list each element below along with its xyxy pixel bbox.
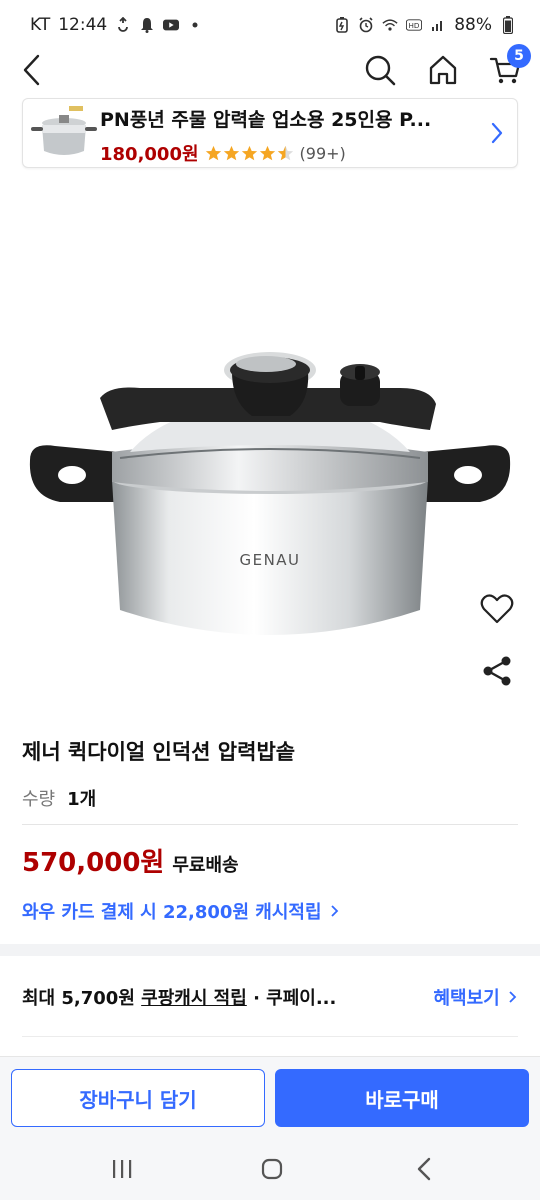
home-button[interactable] xyxy=(425,52,461,88)
quantity-row: 수량 1개 xyxy=(22,785,96,811)
hd-icon: HD xyxy=(406,17,423,33)
wow-card-text: 와우 카드 결제 시 22,800원 캐시적립 xyxy=(22,902,322,923)
section-divider xyxy=(0,944,540,956)
back-button[interactable] xyxy=(14,52,50,88)
battery-saver-icon xyxy=(334,17,350,33)
carrier-label: KT xyxy=(30,15,51,35)
rating-stars xyxy=(205,145,294,162)
back-icon xyxy=(23,54,40,86)
recommended-product-thumbnail xyxy=(29,103,99,165)
benefit-prefix: 최대 5,700원 xyxy=(22,988,142,1009)
action-bar: 장바구니 담기 바로구매 xyxy=(0,1056,540,1138)
cart-button[interactable]: 5 xyxy=(487,44,531,88)
youtube-icon xyxy=(163,17,180,33)
system-back-icon xyxy=(417,1157,431,1181)
chevron-right-icon xyxy=(491,122,503,144)
review-count: (99+) xyxy=(299,143,346,163)
recommended-price-row: 180,000원 (99+) xyxy=(100,140,346,166)
view-benefits-link[interactable]: 혜택보기 xyxy=(433,984,518,1010)
status-left: KT 12:44 xyxy=(30,15,203,35)
quantity-label: 수량 xyxy=(22,789,56,810)
coupang-cash-link[interactable]: 쿠팡캐시 적립 xyxy=(141,988,247,1009)
home-icon xyxy=(429,55,457,85)
wow-card-cashback-link[interactable]: 와우 카드 결제 시 22,800원 캐시적립 xyxy=(22,898,340,924)
wishlist-button[interactable] xyxy=(478,590,516,628)
recommended-product-title: PN풍년 주물 압력솥 업소용 25인용 P... xyxy=(100,109,432,131)
chevron-right-icon xyxy=(509,991,517,1003)
clock: 12:44 xyxy=(58,15,108,35)
price-row: 570,000원 무료배송 xyxy=(22,842,239,879)
add-to-cart-button[interactable]: 장바구니 담기 xyxy=(11,1069,265,1127)
benefit-row[interactable]: 최대 5,700원 쿠팡캐시 적립 · 쿠페이... 혜택보기 xyxy=(22,984,518,1010)
status-right: HD 88% xyxy=(334,15,516,35)
benefit-text: 최대 5,700원 쿠팡캐시 적립 · 쿠페이... xyxy=(22,984,336,1010)
system-home-icon xyxy=(261,1158,283,1180)
star-icon xyxy=(259,145,275,160)
buy-now-button[interactable]: 바로구매 xyxy=(275,1069,529,1127)
recent-apps-button[interactable] xyxy=(109,1156,135,1182)
star-half-icon xyxy=(277,145,293,160)
system-home-button[interactable] xyxy=(259,1156,285,1182)
search-icon xyxy=(365,55,396,86)
recent-apps-icon xyxy=(113,1160,132,1178)
recommended-product-price: 180,000원 xyxy=(100,144,199,165)
chevron-right-icon xyxy=(331,905,339,917)
svg-text:HD: HD xyxy=(409,21,420,30)
wifi-icon xyxy=(382,17,398,33)
product-brand-mark: GENAU xyxy=(239,551,300,569)
sync-icon xyxy=(115,17,131,33)
star-icon xyxy=(223,145,239,160)
product-title: 제너 퀵다이얼 인덕션 압력밥솥 xyxy=(22,740,296,764)
system-nav-bar xyxy=(0,1138,540,1200)
product-image[interactable]: GENAU xyxy=(0,190,540,710)
app-screen: KT 12:44 HD 88% 5 PN풍년 주물 압력솥 업소용 25인용 P… xyxy=(0,0,540,1200)
heart-icon xyxy=(480,594,514,624)
bell-icon xyxy=(139,17,155,33)
cart-count-badge: 5 xyxy=(507,44,531,68)
top-nav: 5 xyxy=(0,44,540,94)
status-bar: KT 12:44 HD 88% xyxy=(0,0,540,50)
divider xyxy=(22,1036,518,1037)
signal-icon xyxy=(430,17,446,33)
view-benefits-label: 혜택보기 xyxy=(433,988,500,1009)
quantity-value: 1개 xyxy=(67,789,97,810)
divider xyxy=(22,824,518,825)
battery-icon xyxy=(500,16,516,34)
search-button[interactable] xyxy=(362,52,398,88)
dot-icon xyxy=(187,17,203,33)
battery-percent: 88% xyxy=(454,15,492,35)
shipping-info: 무료배송 xyxy=(172,855,239,876)
recommended-product-card[interactable]: PN풍년 주물 압력솥 업소용 25인용 P... 180,000원 (99+) xyxy=(22,98,518,168)
product-price: 570,000원 xyxy=(22,848,165,878)
star-icon xyxy=(241,145,257,160)
system-back-button[interactable] xyxy=(411,1156,437,1182)
star-icon xyxy=(205,145,221,160)
alarm-icon xyxy=(358,17,374,33)
share-button[interactable] xyxy=(478,652,516,690)
benefit-suffix: · 쿠페이... xyxy=(246,988,337,1009)
share-icon xyxy=(483,656,511,686)
